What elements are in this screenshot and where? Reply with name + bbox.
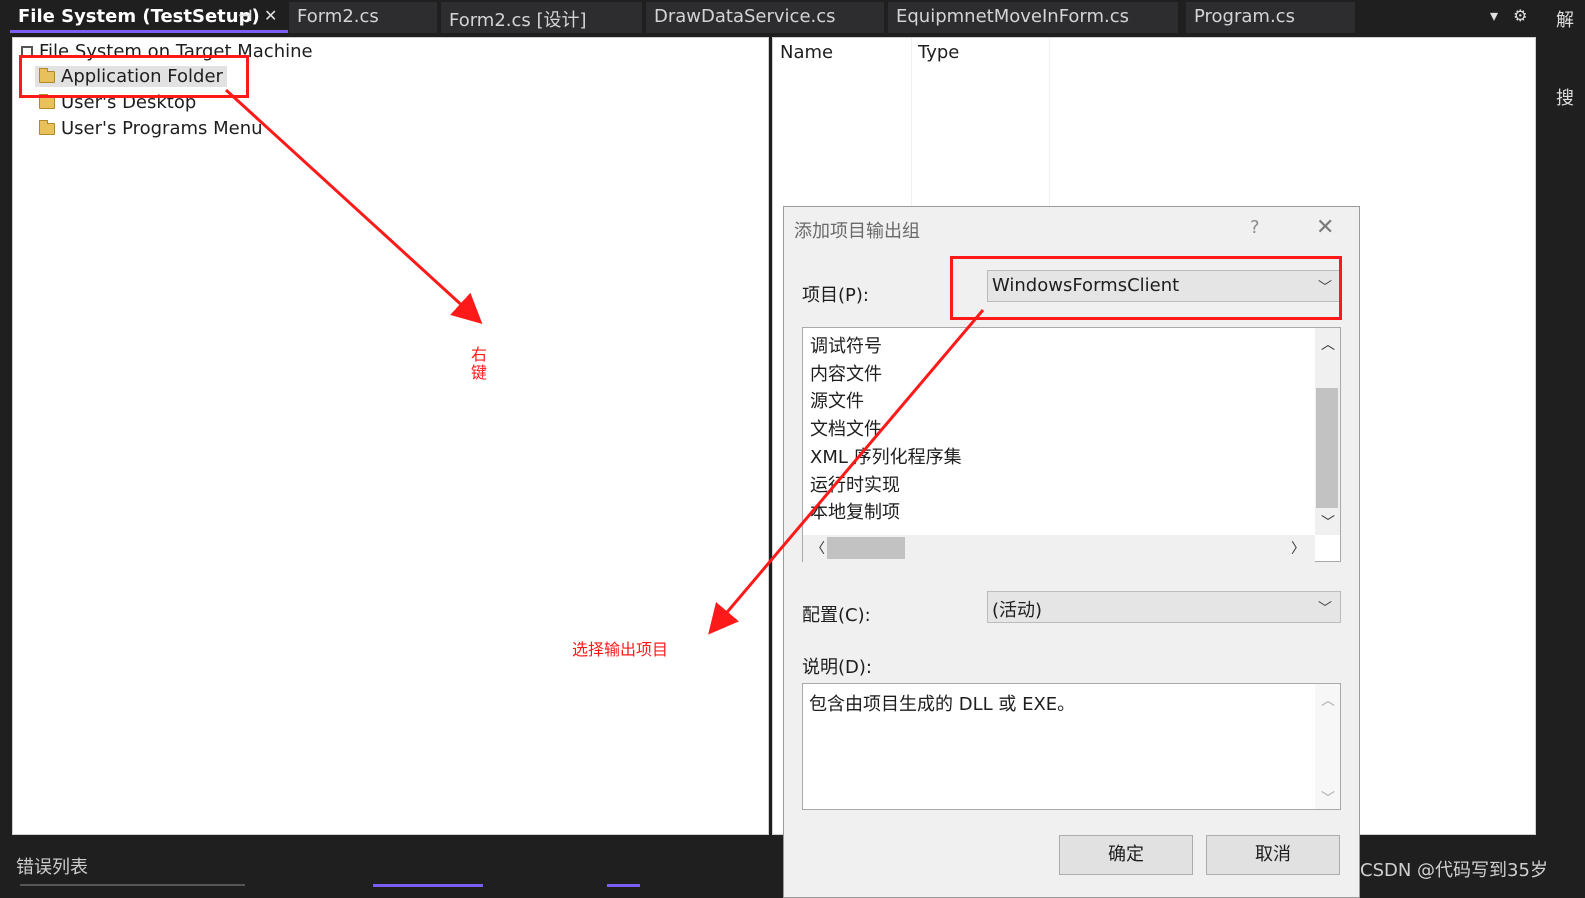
folder-icon xyxy=(39,93,55,109)
tab-file-system[interactable]: File System (TestSetup) ⊣ ✕ xyxy=(10,2,288,33)
tree-item-label: User's Programs Menu xyxy=(61,118,263,139)
list-item[interactable]: 文档文件 xyxy=(810,415,882,441)
config-combo[interactable]: (活动) ﹀ xyxy=(987,591,1341,623)
dialog-title: 添加项目输出组 xyxy=(794,221,920,242)
config-value: (活动) xyxy=(992,600,1043,621)
folder-icon xyxy=(39,119,55,135)
scroll-down-icon[interactable]: ﹀ xyxy=(1321,788,1335,808)
close-icon[interactable]: ✕ xyxy=(1316,215,1334,240)
sidebar-tab-solution[interactable]: 解 xyxy=(1556,6,1574,32)
document-tab-strip: File System (TestSetup) ⊣ ✕ Form2.cs For… xyxy=(0,0,1548,37)
bottom-divider xyxy=(20,884,245,886)
help-icon[interactable]: ? xyxy=(1250,217,1260,238)
highlight-box-application-folder xyxy=(19,55,249,98)
bottom-accent xyxy=(373,884,483,887)
tab-form2-designer[interactable]: Form2.cs [设计] xyxy=(441,2,642,33)
description-box: 包含由项目生成的 DLL 或 EXE。 ︿ ﹀ xyxy=(802,683,1341,810)
list-item[interactable]: 内容文件 xyxy=(810,360,882,386)
config-label: 配置(C): xyxy=(802,605,871,626)
chevron-down-icon[interactable]: ▾ xyxy=(1490,6,1498,25)
tab-label: EquipmnetMoveInForm.cs xyxy=(896,6,1130,27)
tab-form2-cs[interactable]: Form2.cs xyxy=(289,2,437,33)
vertical-scroll-thumb[interactable] xyxy=(1316,388,1338,508)
tree-item-users-programs-menu[interactable]: User's Programs Menu xyxy=(39,118,263,139)
scroll-right-icon[interactable]: 〉 xyxy=(1291,538,1305,558)
error-list-tab[interactable]: 错误列表 xyxy=(16,853,88,879)
tab-label: DrawDataService.cs xyxy=(654,6,836,27)
scroll-up-icon[interactable]: ︿ xyxy=(1321,690,1335,710)
annotation-select-output: 选择输出项目 xyxy=(572,640,669,659)
scroll-down-icon[interactable]: ﹀ xyxy=(1321,512,1335,532)
list-item[interactable]: 调试符号 xyxy=(810,332,882,358)
file-system-tree-pane: File System on Target Machine Applicatio… xyxy=(12,37,769,835)
horizontal-scroll-thumb[interactable] xyxy=(827,537,905,559)
cancel-button[interactable]: 取消 xyxy=(1206,835,1340,875)
list-item[interactable]: 运行时实现 xyxy=(810,471,900,497)
tab-tools: ▾ ⚙ xyxy=(1490,6,1527,25)
tab-drawdataservice[interactable]: DrawDataService.cs xyxy=(646,2,884,33)
list-item[interactable]: 本地复制项 xyxy=(810,498,900,524)
pin-icon[interactable]: ⊣ xyxy=(238,6,253,25)
output-group-list[interactable]: 调试符号 内容文件 源文件 文档文件 XML 序列化程序集 运行时实现 本地复制… xyxy=(802,327,1341,562)
scroll-up-icon[interactable]: ︿ xyxy=(1321,334,1335,354)
description-text: 包含由项目生成的 DLL 或 EXE。 xyxy=(809,694,1076,715)
tab-program-cs[interactable]: Program.cs xyxy=(1186,2,1355,33)
tab-label: Form2.cs [设计] xyxy=(449,10,587,31)
scroll-left-icon[interactable]: 〈 xyxy=(811,538,825,558)
close-icon[interactable]: ✕ xyxy=(264,6,277,25)
tab-equipmentmoveinform[interactable]: EquipmnetMoveInForm.cs xyxy=(888,2,1178,33)
annotation-right-click: 右 键 xyxy=(471,345,488,382)
watermark-text: CSDN @代码写到35岁 xyxy=(1360,860,1548,881)
tab-label: File System (TestSetup) xyxy=(18,6,260,27)
tab-label: Form2.cs xyxy=(297,6,379,27)
project-label: 项目(P): xyxy=(802,285,869,306)
gear-icon[interactable]: ⚙ xyxy=(1513,6,1527,25)
list-item[interactable]: XML 序列化程序集 xyxy=(810,443,962,469)
chevron-down-icon: ﹀ xyxy=(1318,601,1332,617)
column-header-name[interactable]: Name xyxy=(780,42,833,63)
sidebar-tab-search[interactable]: 搜 xyxy=(1556,84,1574,110)
list-item[interactable]: 源文件 xyxy=(810,387,864,413)
tab-label: Program.cs xyxy=(1194,6,1295,27)
highlight-box-project xyxy=(950,256,1342,320)
bottom-accent xyxy=(607,884,640,887)
right-sidebar: 解 搜 xyxy=(1548,0,1585,898)
ok-button[interactable]: 确定 xyxy=(1059,835,1193,875)
column-header-type[interactable]: Type xyxy=(918,42,959,63)
description-label: 说明(D): xyxy=(802,657,872,678)
